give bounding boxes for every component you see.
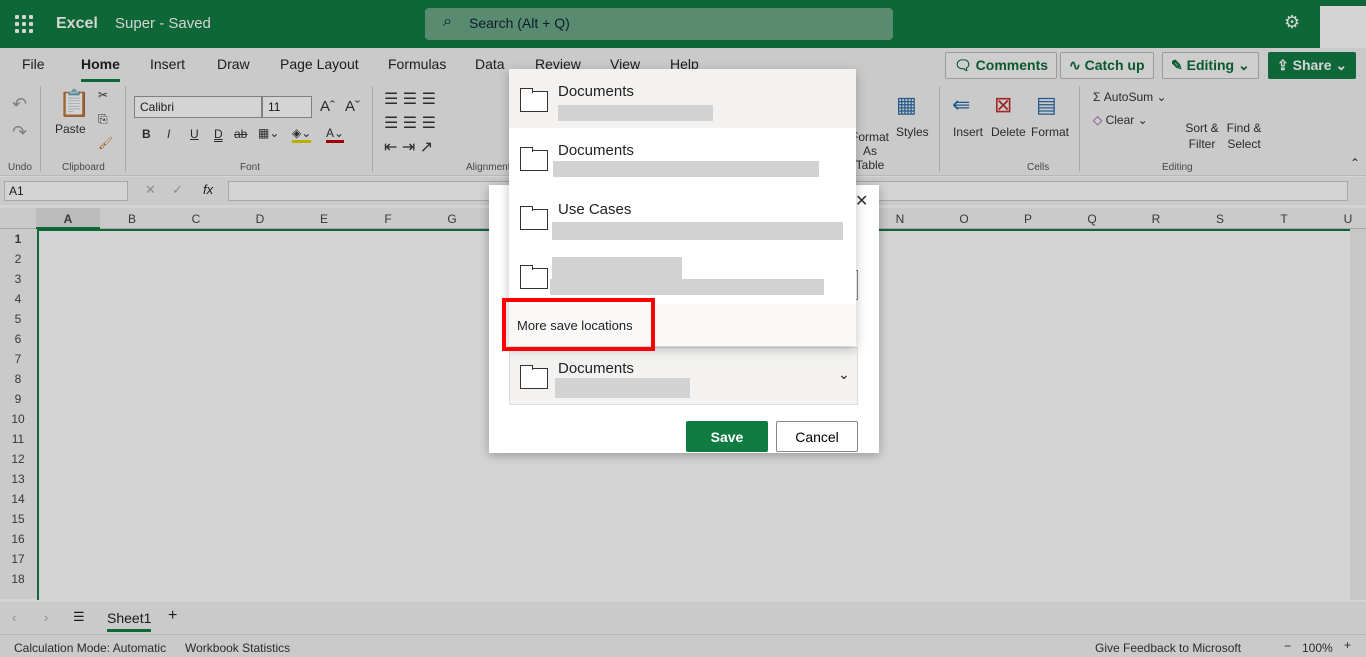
redacted-path: [550, 279, 824, 295]
close-icon[interactable]: ✕: [855, 191, 868, 211]
cancel-button[interactable]: Cancel: [776, 421, 858, 452]
folder-icon: [520, 88, 548, 112]
folder-icon: [520, 147, 548, 171]
redacted-path: [555, 378, 690, 398]
redacted-path: [552, 222, 843, 240]
save-button[interactable]: Save: [686, 421, 768, 452]
folder-icon: [520, 206, 548, 230]
redacted-path: [553, 161, 819, 177]
folder-icon: [520, 365, 548, 389]
redacted-path: [558, 105, 713, 121]
location-item[interactable]: Documents: [509, 69, 856, 128]
folder-icon: [520, 265, 548, 289]
location-name: Use Cases: [558, 201, 632, 218]
location-name: Documents: [558, 142, 634, 159]
chevron-down-icon: ⌄: [838, 366, 850, 382]
save-location-dropdown[interactable]: Documents ⌄: [509, 347, 858, 405]
location-item[interactable]: Documents: [509, 128, 856, 187]
location-item[interactable]: [509, 246, 856, 305]
highlight-box: [502, 298, 655, 351]
selected-location-name: Documents: [558, 360, 634, 377]
location-name: Documents: [558, 83, 634, 100]
location-item[interactable]: Use Cases: [509, 187, 856, 246]
redacted-name: [552, 257, 682, 279]
